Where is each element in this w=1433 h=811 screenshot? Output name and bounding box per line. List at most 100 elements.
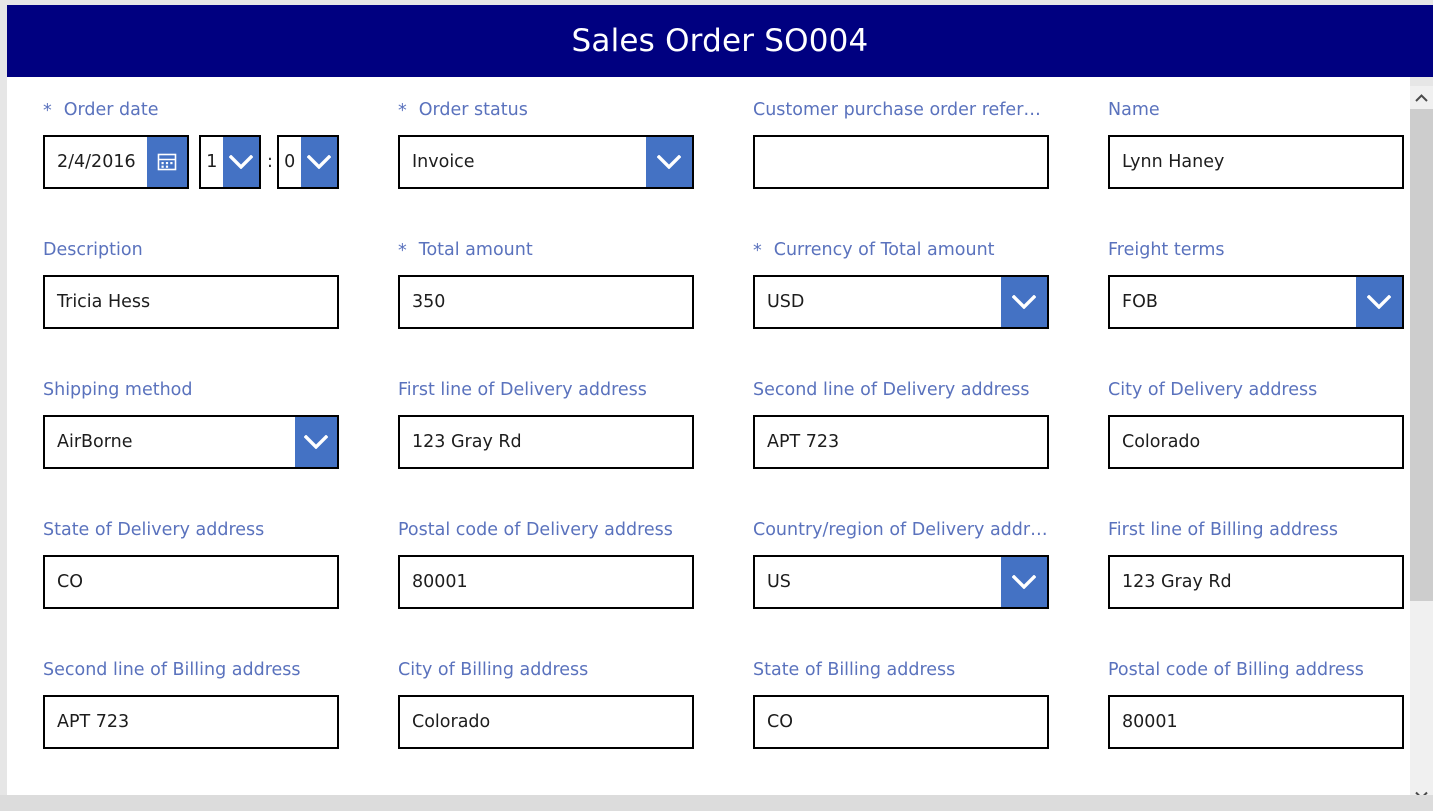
- control-description: Tricia Hess: [43, 275, 339, 329]
- form-field-second-line-of-billing-address: Second line of Billing address APT 723: [43, 659, 339, 749]
- dropdown-freight-terms[interactable]: FOB: [1108, 275, 1404, 329]
- label-customer-purchase-order-reference: Customer purchase order refer…: [753, 99, 1049, 121]
- form-field-country-region-of-delivery-address: Country/region of Delivery addr… US: [753, 519, 1049, 609]
- label-order-status: * Order status: [398, 99, 694, 121]
- label-country-region-of-delivery-address: Country/region of Delivery addr…: [753, 519, 1049, 541]
- scroll-up-button[interactable]: [1410, 86, 1433, 109]
- chevron-down-icon: [228, 155, 253, 169]
- label-text: Country/region of Delivery addr…: [753, 520, 1048, 540]
- form-row: * Order date 2/4/2016 1:0 * Order status Invoi…: [7, 99, 1410, 239]
- input-state-of-delivery-address[interactable]: CO: [43, 555, 339, 609]
- label-shipping-method: Shipping method: [43, 379, 339, 401]
- label-city-of-delivery-address: City of Delivery address: [1108, 379, 1404, 401]
- form-row: Description Tricia Hess * Total amount 350 * C…: [7, 239, 1410, 379]
- required-asterisk: *: [753, 241, 762, 262]
- minute-dropdown[interactable]: 0: [276, 135, 339, 189]
- label-text: City of Billing address: [398, 660, 589, 680]
- label-second-line-of-billing-address: Second line of Billing address: [43, 659, 339, 681]
- chevron-down-icon: [1012, 295, 1036, 309]
- minute-toggle-button[interactable]: [300, 137, 337, 187]
- input-name[interactable]: Lynn Haney: [1108, 135, 1404, 189]
- form-field-customer-purchase-order-reference: Customer purchase order refer…: [753, 99, 1049, 189]
- form-field-total-amount: * Total amount 350: [398, 239, 694, 329]
- hour-dropdown[interactable]: 1: [198, 135, 262, 189]
- control-state-of-delivery-address: CO: [43, 555, 339, 609]
- app-window: Sales Order SO004 * Order date 2/4/2016 1:0…: [0, 0, 1433, 811]
- form-row: State of Delivery address CO Postal code o…: [7, 519, 1410, 659]
- dropdown-toggle-button[interactable]: [1001, 277, 1047, 327]
- hour-toggle-button[interactable]: [222, 137, 260, 187]
- date-value: 2/4/2016: [57, 152, 136, 172]
- label-city-of-billing-address: City of Billing address: [398, 659, 694, 681]
- input-value: Lynn Haney: [1122, 152, 1225, 172]
- label-text: State of Billing address: [753, 660, 956, 680]
- form-field-first-line-of-delivery-address: First line of Delivery address 123 Gray R…: [398, 379, 694, 469]
- form-field-postal-code-of-billing-address: Postal code of Billing address 80001: [1108, 659, 1404, 749]
- chevron-down-icon: [1012, 575, 1036, 589]
- input-customer-purchase-order-reference[interactable]: [753, 135, 1049, 189]
- dropdown-toggle-button[interactable]: [1356, 277, 1402, 327]
- minute-value: 0: [284, 152, 296, 172]
- dropdown-toggle-button[interactable]: [1001, 557, 1047, 607]
- input-state-of-billing-address[interactable]: CO: [753, 695, 1049, 749]
- dropdown-order-status[interactable]: Invoice: [398, 135, 694, 189]
- input-postal-code-of-billing-address[interactable]: 80001: [1108, 695, 1404, 749]
- dropdown-country-region-of-delivery-address[interactable]: US: [753, 555, 1049, 609]
- dropdown-value: Invoice: [412, 152, 475, 172]
- control-country-region-of-delivery-address: US: [753, 555, 1049, 609]
- control-postal-code-of-billing-address: 80001: [1108, 695, 1404, 749]
- control-state-of-billing-address: CO: [753, 695, 1049, 749]
- label-first-line-of-billing-address: First line of Billing address: [1108, 519, 1404, 541]
- dropdown-currency-of-total-amount[interactable]: USD: [753, 275, 1049, 329]
- form-field-second-line-of-delivery-address: Second line of Delivery address APT 723: [753, 379, 1049, 469]
- form-row: Shipping method AirBorne First line of Del…: [7, 379, 1410, 519]
- vertical-scrollbar[interactable]: [1410, 86, 1433, 806]
- label-state-of-delivery-address: State of Delivery address: [43, 519, 339, 541]
- input-value: Colorado: [1122, 432, 1201, 452]
- label-name: Name: [1108, 99, 1404, 121]
- input-value: 123 Gray Rd: [1122, 572, 1232, 592]
- input-city-of-delivery-address[interactable]: Colorado: [1108, 415, 1404, 469]
- control-total-amount: 350: [398, 275, 694, 329]
- form-field-name: Name Lynn Haney: [1108, 99, 1404, 189]
- dropdown-toggle-button[interactable]: [646, 137, 692, 187]
- time-separator: :: [266, 152, 273, 172]
- input-city-of-billing-address[interactable]: Colorado: [398, 695, 694, 749]
- label-order-date: * Order date: [43, 99, 339, 121]
- input-value: 80001: [412, 572, 468, 592]
- window-title-bar: Sales Order SO004: [7, 5, 1433, 77]
- input-postal-code-of-delivery-address[interactable]: 80001: [398, 555, 694, 609]
- left-margin-strip: [0, 77, 7, 795]
- input-description[interactable]: Tricia Hess: [43, 275, 339, 329]
- input-second-line-of-billing-address[interactable]: APT 723: [43, 695, 339, 749]
- input-total-amount[interactable]: 350: [398, 275, 694, 329]
- scrollbar-thumb[interactable]: [1410, 109, 1433, 601]
- form-field-city-of-billing-address: City of Billing address Colorado: [398, 659, 694, 749]
- bottom-margin-strip: [0, 795, 1433, 811]
- label-text: Postal code of Delivery address: [398, 520, 673, 540]
- form-field-order-status: * Order status Invoice: [398, 99, 694, 189]
- input-value: APT 723: [767, 432, 840, 452]
- date-input-order-date[interactable]: 2/4/2016: [43, 135, 189, 189]
- form-field-shipping-method: Shipping method AirBorne: [43, 379, 339, 469]
- input-first-line-of-delivery-address[interactable]: 123 Gray Rd: [398, 415, 694, 469]
- input-second-line-of-delivery-address[interactable]: APT 723: [753, 415, 1049, 469]
- calendar-picker-button[interactable]: [146, 137, 187, 187]
- label-text: Name: [1108, 100, 1160, 120]
- input-value: 350: [412, 292, 446, 312]
- input-value: CO: [57, 572, 83, 592]
- control-currency-of-total-amount: USD: [753, 275, 1049, 329]
- input-value: 80001: [1122, 712, 1178, 732]
- control-first-line-of-delivery-address: 123 Gray Rd: [398, 415, 694, 469]
- control-order-date: 2/4/2016 1:0: [43, 135, 339, 189]
- dropdown-shipping-method[interactable]: AirBorne: [43, 415, 339, 469]
- input-value: Colorado: [412, 712, 491, 732]
- form-field-freight-terms: Freight terms FOB: [1108, 239, 1404, 329]
- input-first-line-of-billing-address[interactable]: 123 Gray Rd: [1108, 555, 1404, 609]
- form-field-city-of-delivery-address: City of Delivery address Colorado: [1108, 379, 1404, 469]
- dropdown-toggle-button[interactable]: [295, 417, 337, 467]
- label-total-amount: * Total amount: [398, 239, 694, 261]
- form-row: Second line of Billing address APT 723 Cit…: [7, 659, 1410, 795]
- label-description: Description: [43, 239, 339, 261]
- page-title: Sales Order SO004: [571, 23, 869, 59]
